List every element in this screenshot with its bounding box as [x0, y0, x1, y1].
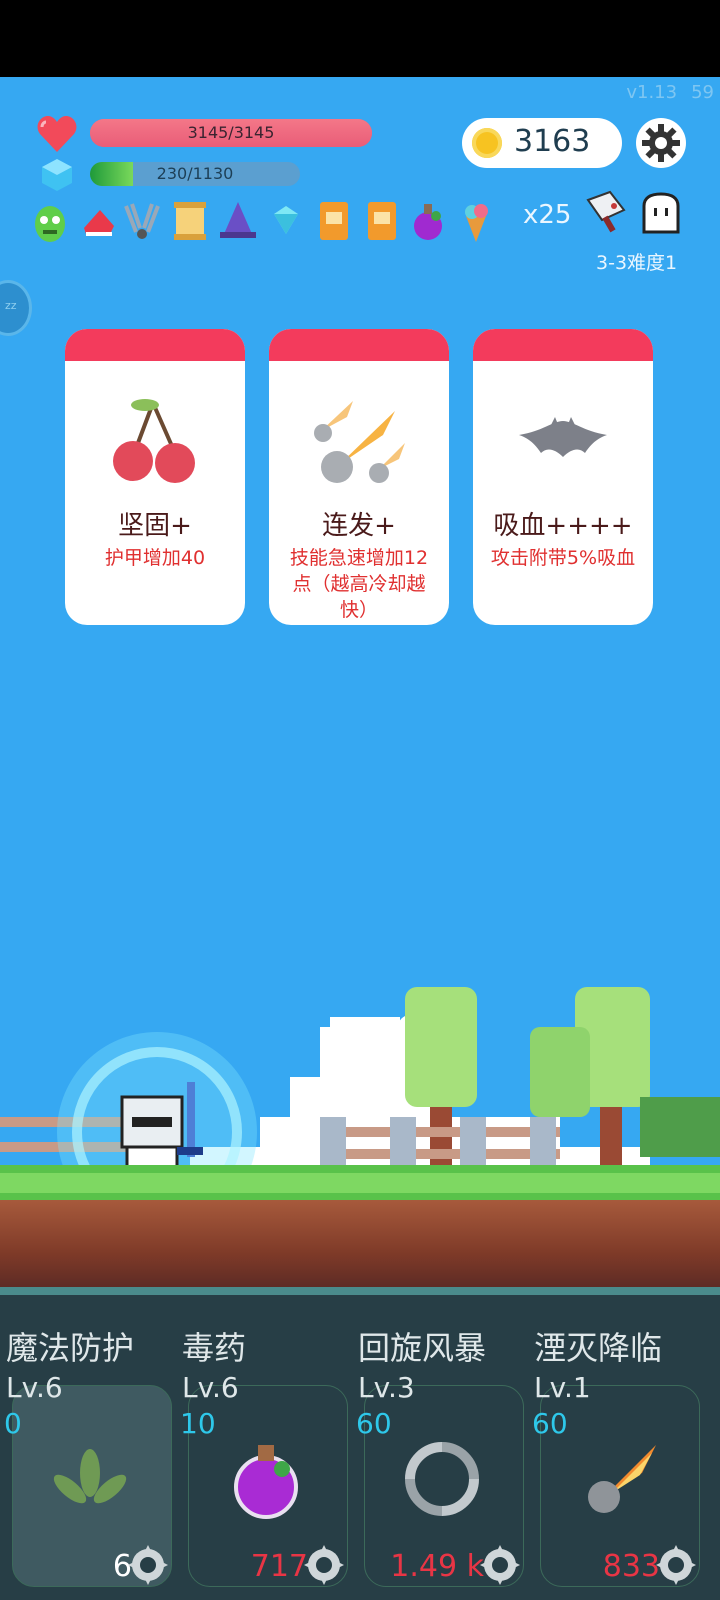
skill-count: 717 [250, 1549, 308, 1584]
skill-slot-3[interactable]: 回旋风暴 Lv.3 60 1.49 k [352, 1287, 528, 1600]
skill-bar: 魔法防护 Lv.6 0 6 毒药 Lv.6 10 717 回旋风暴 Lv.3 6… [0, 1287, 720, 1600]
cleaver-icon[interactable] [584, 190, 628, 234]
skill-name: 魔法防护 [6, 1329, 135, 1367]
gold-amount: 3163 [514, 124, 591, 159]
diamond-icon[interactable] [266, 198, 306, 244]
meteor-icon [588, 1445, 656, 1513]
skill-cost: 60 [532, 1407, 568, 1440]
skill-count: 833 [602, 1549, 660, 1584]
card-description: 技能急速增加12点（越高冷却越快） [289, 547, 429, 621]
upgrade-gear-icon[interactable] [478, 1543, 522, 1587]
upgrade-gear-icon[interactable] [126, 1543, 170, 1587]
leaf-icon [53, 1449, 127, 1504]
card-title: 坚固+ [118, 511, 192, 541]
gear-icon [642, 124, 680, 162]
mana-gem-icon [42, 159, 72, 191]
whirlwind-icon [405, 1442, 479, 1516]
settings-button[interactable] [636, 118, 686, 168]
version-label: v1.13 59 [626, 82, 714, 103]
mp-bar: 230/1130 [90, 162, 300, 186]
orange-book-icon-2[interactable] [362, 198, 402, 244]
cherry-icon [113, 399, 195, 483]
gold-counter: 3163 [462, 118, 622, 168]
skill-slot-2[interactable]: 毒药 Lv.6 10 717 [176, 1287, 352, 1600]
potion-icon [234, 1445, 298, 1519]
fps-counter: 59 [691, 82, 714, 103]
heart-icon [37, 116, 77, 152]
skill-cost: 60 [356, 1407, 392, 1440]
upgrade-card-2[interactable]: 连发+ 技能急速增加12点（越高冷却越快） [269, 329, 449, 625]
skill-name: 毒药 [182, 1329, 247, 1367]
skill-name: 回旋风暴 [358, 1329, 487, 1367]
card-header [473, 329, 653, 361]
claw-trap-icon[interactable] [122, 198, 162, 244]
bat-icon [519, 417, 607, 457]
sneaker-icon[interactable] [80, 198, 120, 244]
stage-label: 3-3难度1 [596, 252, 678, 274]
skill-level: Lv.3 [358, 1371, 415, 1404]
upgrade-gear-icon[interactable] [302, 1543, 346, 1587]
card-title: 吸血++++ [493, 511, 633, 541]
items-multiplier: x25 [523, 200, 572, 230]
card-description: 攻击附带5%吸血 [490, 547, 636, 569]
skill-slot-4[interactable]: 湮灭降临 Lv.1 60 833 [528, 1287, 704, 1600]
hp-bar: 3145/3145 [90, 119, 372, 147]
mp-text: 230/1130 [156, 164, 234, 183]
skill-level: Lv.6 [182, 1371, 239, 1404]
ghost-icon[interactable] [640, 192, 682, 236]
upgrade-card-1[interactable]: 坚固+ 护甲增加40 [65, 329, 245, 625]
card-title: 连发+ [322, 511, 396, 541]
skill-slot-1[interactable]: 魔法防护 Lv.6 0 6 [0, 1287, 176, 1600]
wizard-hat-icon[interactable] [218, 198, 258, 244]
sleep-icon: zz [5, 299, 17, 312]
hp-text: 3145/3145 [187, 123, 275, 142]
skill-count: 1.49 k [390, 1549, 484, 1584]
grass-highlight [0, 1173, 720, 1193]
skill-level: Lv.1 [534, 1371, 591, 1404]
scroll-icon[interactable] [170, 198, 210, 244]
status-bar [0, 0, 720, 77]
dirt [0, 1200, 720, 1287]
coin-icon [472, 128, 502, 158]
skill-name: 湮灭降临 [534, 1329, 663, 1367]
skill-level: Lv.6 [6, 1371, 63, 1404]
skill-cost: 0 [4, 1407, 22, 1440]
meteor-icon [314, 401, 405, 483]
card-header [269, 329, 449, 361]
skill-cost: 10 [180, 1407, 216, 1440]
card-description: 护甲增加40 [104, 547, 206, 569]
upgrade-gear-icon[interactable] [654, 1543, 698, 1587]
orange-book-icon[interactable] [314, 198, 354, 244]
upgrade-card-3[interactable]: 吸血++++ 攻击附带5%吸血 [473, 329, 653, 625]
ice-cream-icon[interactable] [456, 198, 496, 244]
purple-potion-icon[interactable] [408, 198, 448, 244]
card-header [65, 329, 245, 361]
green-monster-icon[interactable] [30, 198, 70, 244]
